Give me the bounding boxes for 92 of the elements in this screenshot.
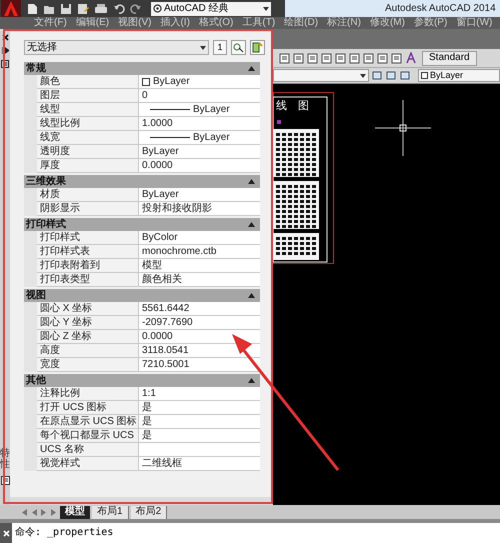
undo-icon[interactable]	[113, 2, 125, 14]
property-value[interactable]: 1:1	[142, 388, 156, 398]
layout-tab[interactable]: 布局2	[130, 506, 168, 518]
property-label: 打印表附着到	[37, 259, 139, 273]
drawing-title: 线 图	[276, 101, 314, 112]
property-label: 线型比例	[37, 117, 139, 131]
menu-item[interactable]: 参数(P)	[412, 18, 448, 28]
property-label: 视觉样式	[37, 457, 139, 471]
property-label: 线型	[37, 103, 139, 117]
property-value[interactable]: 是	[142, 416, 152, 426]
menu-item[interactable]: 修改(M)	[368, 18, 406, 28]
property-label: 宽度	[37, 358, 139, 372]
linetype-sample-icon	[150, 136, 190, 139]
property-label: 厚度	[37, 159, 139, 173]
property-label: 透明度	[37, 145, 139, 159]
property-value[interactable]: 0.0000	[142, 160, 173, 170]
new-file-icon[interactable]	[26, 2, 38, 14]
caret-icon	[360, 74, 366, 78]
property-label: 阴影显示	[37, 202, 139, 216]
property-label: 材质	[37, 188, 139, 202]
window-title: Autodesk AutoCAD 2014	[385, 2, 496, 16]
last-tab-icon[interactable]	[50, 508, 58, 516]
property-label: 打开 UCS 图标	[37, 401, 139, 415]
crosshair-cursor-icon	[375, 100, 431, 156]
property-label: 每个视口都显示 UCS	[37, 429, 139, 443]
section-header[interactable]: 三维效果	[24, 175, 260, 188]
selection-dropdown[interactable]: 无选择	[24, 40, 209, 55]
property-label: 颜色	[37, 75, 139, 89]
layout-tab[interactable]: 布局1	[92, 506, 129, 518]
menu-item[interactable]: 工具(T)	[241, 18, 276, 28]
property-label: UCS 名称	[37, 443, 139, 457]
redo-icon[interactable]	[130, 2, 142, 14]
property-label: 高度	[37, 344, 139, 358]
menu-item[interactable]: 视图(V)	[117, 18, 152, 28]
section-header[interactable]: 打印样式	[24, 218, 260, 231]
previous-tab-icon[interactable]	[30, 508, 38, 516]
text-style-dropdown[interactable]: Standard	[422, 50, 477, 66]
collapse-icon	[248, 66, 255, 71]
collapse-icon	[248, 293, 255, 298]
save-icon[interactable]	[60, 2, 72, 14]
property-label: 打印样式表	[37, 245, 139, 259]
text-style-icon[interactable]	[405, 52, 417, 64]
menu-item[interactable]: 格式(O)	[198, 18, 234, 28]
menu-item[interactable]: 编辑(E)	[74, 18, 110, 28]
property-label: 图层	[37, 89, 139, 103]
layout-tab[interactable]: 模型	[60, 506, 90, 518]
app-logo-icon[interactable]	[1, 0, 21, 17]
quick-select-icon[interactable]	[250, 40, 265, 55]
section-header[interactable]: 常规	[24, 62, 260, 75]
collapse-icon	[248, 222, 255, 227]
next-tab-icon[interactable]	[40, 508, 48, 516]
property-value[interactable]: 是	[142, 430, 152, 440]
property-label: 注释比例	[37, 387, 139, 401]
caret-icon	[263, 6, 269, 10]
save-as-icon[interactable]	[77, 2, 89, 14]
color-dropdown[interactable]: ByLayer	[418, 69, 500, 82]
menu-item[interactable]: 绘图(D)	[283, 18, 320, 28]
properties-menu-icon[interactable]	[1, 60, 9, 68]
property-label: 圆心 Y 坐标	[37, 316, 139, 330]
color-swatch-icon	[142, 78, 150, 86]
workspace-label: AutoCAD 经典	[164, 4, 230, 14]
property-value[interactable]: 0.0000	[142, 332, 173, 342]
property-value[interactable]: 0	[142, 90, 148, 100]
property-label: 在原点显示 UCS 图标	[37, 415, 139, 429]
workspace-dropdown[interactable]: AutoCAD 经典	[151, 2, 271, 16]
color-label: ByLayer	[430, 71, 464, 80]
command-line: 命令: _properties	[14, 526, 114, 540]
menu-item[interactable]: 插入(I)	[159, 18, 191, 28]
linetype-sample-icon	[150, 108, 190, 111]
property-label: 打印样式	[37, 231, 139, 245]
select-objects-icon[interactable]	[231, 40, 246, 55]
layer-dropdown[interactable]	[273, 69, 369, 82]
print-icon[interactable]	[94, 2, 108, 14]
selection-label: 无选择	[27, 42, 58, 52]
gear-icon	[153, 4, 162, 13]
auto-hide-icon[interactable]	[2, 47, 8, 54]
section-header[interactable]: 视图	[24, 289, 260, 302]
property-label: 线宽	[37, 131, 139, 145]
close-icon[interactable]	[2, 34, 8, 41]
collapse-icon	[248, 179, 255, 184]
color-swatch-icon	[421, 72, 428, 79]
property-value[interactable]: 1.0000	[142, 118, 173, 128]
property-value[interactable]: 是	[142, 402, 152, 412]
section-header[interactable]: 其他	[24, 374, 260, 387]
property-label: 圆心 Z 坐标	[37, 330, 139, 344]
property-value[interactable]: 模型	[142, 260, 162, 270]
property-label: 打印表类型	[37, 273, 139, 287]
property-label: 圆心 X 坐标	[37, 302, 139, 316]
first-tab-icon[interactable]	[20, 508, 28, 516]
caret-icon	[200, 46, 206, 50]
pickadd-toggle-button[interactable]: 1	[213, 40, 227, 55]
collapse-icon	[248, 378, 255, 383]
